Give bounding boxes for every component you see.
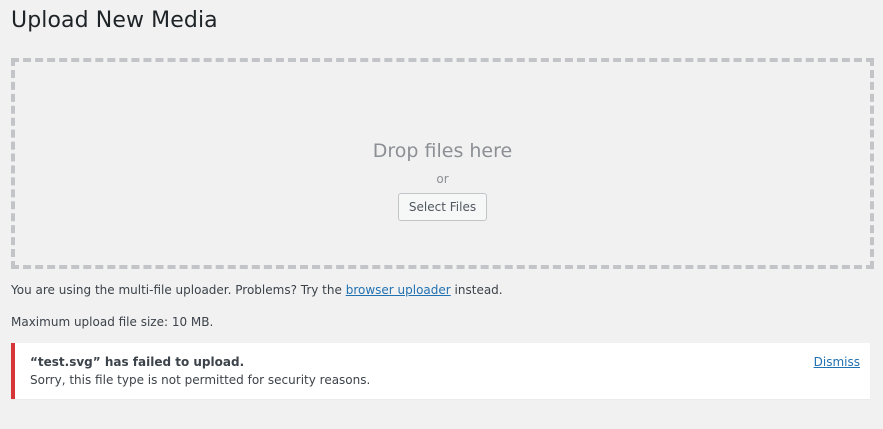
upload-media-page: Upload New Media Drop files here or Sele… xyxy=(0,0,883,429)
error-title: “test.svg” has failed to upload. xyxy=(30,355,245,369)
browser-uploader-link[interactable]: browser uploader xyxy=(346,283,451,297)
uploader-info-prefix: You are using the multi-file uploader. P… xyxy=(11,283,342,297)
uploader-info: You are using the multi-file uploader. P… xyxy=(11,281,503,299)
page-title: Upload New Media xyxy=(11,8,218,33)
upload-error-notice: “test.svg” has failed to upload. Sorry, … xyxy=(11,343,870,399)
max-upload-size: Maximum upload file size: 10 MB. xyxy=(11,315,214,329)
uploader-info-suffix: instead. xyxy=(454,283,503,297)
select-files-button[interactable]: Select Files xyxy=(397,193,488,221)
drop-zone-inner: Drop files here or Select Files xyxy=(15,137,870,221)
drop-zone[interactable]: Drop files here or Select Files xyxy=(11,58,874,269)
drop-files-label: Drop files here xyxy=(372,140,513,162)
or-label: or xyxy=(436,172,449,186)
dismiss-link[interactable]: Dismiss xyxy=(814,354,860,370)
error-message: Sorry, this file type is not permitted f… xyxy=(30,373,371,387)
